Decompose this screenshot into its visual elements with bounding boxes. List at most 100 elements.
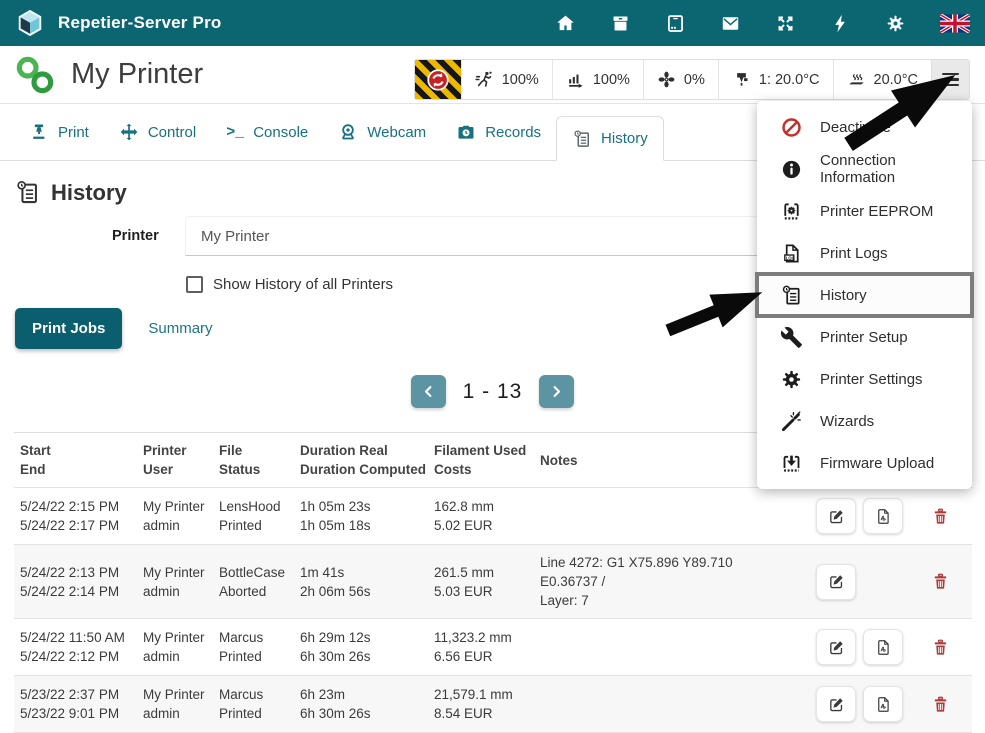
top-navbar: Repetier-Server Pro (0, 0, 985, 46)
ban-icon (780, 116, 803, 139)
print-jobs-button[interactable]: Print Jobs (15, 308, 122, 349)
tab-records-label: Records (485, 124, 541, 141)
page-range: 1 - 13 (463, 380, 523, 404)
settings-gear-icon[interactable] (885, 13, 906, 34)
tab-records[interactable]: Records (441, 104, 556, 160)
table-row: 5/23/22 2:37 PM5/23/22 9:01 PM My Printe… (14, 676, 972, 733)
firmware-upload-icon (780, 452, 803, 475)
tab-print[interactable]: Print (14, 104, 104, 160)
history-icon (572, 129, 592, 149)
speed-value: 100% (502, 72, 539, 88)
flow-bars-icon (566, 70, 585, 89)
col-start: Start (20, 441, 135, 460)
bolt-icon[interactable] (830, 13, 851, 34)
delete-entry-button[interactable] (931, 638, 950, 657)
log-file-icon: LOG (780, 242, 803, 265)
extruder-temp-value: 1: 20.0°C (759, 72, 820, 88)
svg-text:LOG: LOG (786, 255, 796, 260)
fan-icon (657, 70, 676, 89)
delete-entry-button[interactable] (931, 507, 950, 526)
print-nozzle-icon (29, 122, 49, 142)
edit-notes-button[interactable] (816, 629, 856, 665)
edit-notes-button[interactable] (816, 498, 856, 534)
extruder-temp-status[interactable]: 1: 20.0°C (718, 60, 833, 99)
heated-bed-icon (847, 70, 866, 89)
fan-status[interactable]: 0% (643, 60, 718, 99)
pdf-report-button[interactable] (863, 498, 903, 534)
archive-icon[interactable] (610, 13, 631, 34)
console-prompt-icon: >_ (226, 124, 244, 141)
col-status: Status (219, 460, 292, 479)
expand-icon[interactable] (775, 13, 796, 34)
annotation-arrow-history-item (659, 270, 773, 352)
menu-item-firmware-upload[interactable]: Firmware Upload (757, 442, 972, 484)
menu-item-wizards[interactable]: Wizards (757, 400, 972, 442)
info-icon (780, 158, 803, 181)
wrench-icon (780, 326, 803, 349)
col-file: File (219, 441, 292, 460)
flow-value: 100% (593, 72, 630, 88)
tablet-icon[interactable] (665, 13, 686, 34)
col-duration-real: Duration Real (300, 441, 426, 460)
webcam-icon (338, 122, 358, 142)
eeprom-chip-icon (780, 200, 803, 223)
next-page-button[interactable] (539, 375, 574, 408)
mail-icon[interactable] (720, 13, 741, 34)
app-title: Repetier-Server Pro (58, 13, 221, 33)
history-icon (780, 284, 803, 307)
fan-value: 0% (684, 72, 705, 88)
emergency-stop-button[interactable] (415, 60, 461, 99)
col-end: End (20, 460, 135, 479)
show-all-printers-row[interactable]: Show History of all Printers (186, 276, 393, 293)
printer-name: My Printer (71, 58, 203, 91)
edit-notes-button[interactable] (816, 686, 856, 722)
extruder-icon (732, 70, 751, 89)
tab-control[interactable]: Control (104, 104, 211, 160)
connected-chain-icon (15, 55, 55, 95)
col-costs: Costs (434, 460, 532, 479)
home-icon[interactable] (555, 13, 576, 34)
table-row: 5/24/22 2:15 PM5/24/22 2:17 PM My Printe… (14, 488, 972, 545)
history-icon (14, 179, 41, 206)
menu-item-printer-setup[interactable]: Printer Setup (757, 316, 972, 358)
speed-status[interactable]: 100% (461, 60, 552, 99)
show-all-checkbox[interactable] (186, 276, 203, 293)
tab-webcam[interactable]: Webcam (323, 104, 441, 160)
printer-select-value: My Printer (201, 228, 269, 245)
control-arrows-icon (119, 122, 139, 142)
gear-icon (780, 368, 803, 391)
printer-select-label: Printer (112, 228, 159, 244)
tab-control-label: Control (148, 124, 196, 141)
delete-entry-button[interactable] (931, 572, 950, 591)
speed-runner-icon (475, 70, 494, 89)
menu-item-printer-settings[interactable]: Printer Settings (757, 358, 972, 400)
history-heading: History (14, 179, 127, 206)
flow-status[interactable]: 100% (552, 60, 643, 99)
tab-print-label: Print (58, 124, 89, 141)
col-user: User (143, 460, 211, 479)
delete-entry-button[interactable] (931, 695, 950, 714)
magic-wand-icon (780, 410, 803, 433)
prev-page-button[interactable] (411, 375, 446, 408)
tab-console[interactable]: >_ Console (211, 104, 323, 160)
tab-webcam-label: Webcam (367, 124, 426, 141)
tab-history-label: History (601, 130, 648, 147)
menu-item-print-logs[interactable]: LOG Print Logs (757, 232, 972, 274)
tab-history[interactable]: History (556, 116, 664, 161)
repetier-logo-icon[interactable] (15, 8, 45, 38)
col-duration-computed: Duration Computed (300, 460, 426, 479)
pdf-report-button[interactable] (863, 629, 903, 665)
pdf-report-button[interactable] (863, 686, 903, 722)
flag-en-icon[interactable] (940, 14, 970, 33)
menu-item-history[interactable]: History (757, 274, 972, 316)
col-filament: Filament Used (434, 441, 532, 460)
tab-console-label: Console (253, 124, 308, 141)
show-all-label: Show History of all Printers (213, 276, 393, 293)
table-row: 5/24/22 11:50 AM5/24/22 2:12 PM My Print… (14, 619, 972, 676)
menu-item-printer-eeprom[interactable]: Printer EEPROM (757, 190, 972, 232)
summary-button[interactable]: Summary (132, 308, 228, 349)
records-camera-icon (456, 122, 476, 142)
col-printer: Printer (143, 441, 211, 460)
edit-notes-button[interactable] (816, 564, 856, 600)
page-title: History (51, 180, 127, 206)
